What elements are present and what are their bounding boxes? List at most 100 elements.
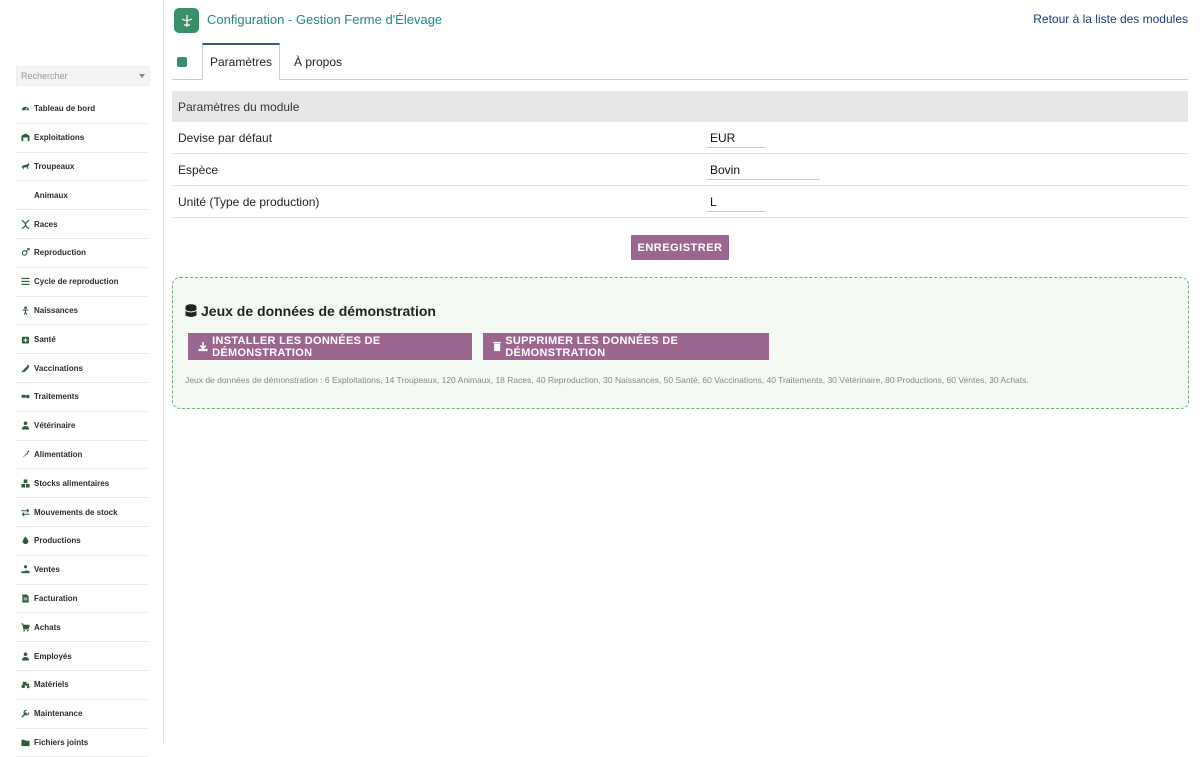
sidebar: Rechercher Tableau de bord Exploitations T… xyxy=(0,0,164,757)
dna-icon xyxy=(16,219,34,229)
currency-input[interactable] xyxy=(706,128,766,148)
sidebar-item-label: Ventes xyxy=(34,565,60,575)
tractor-icon xyxy=(16,680,34,689)
sidebar-item-tableau-de-bord[interactable]: Tableau de bord xyxy=(16,95,148,124)
medkit-icon xyxy=(16,335,34,344)
sidebar-item-label: Tableau de bord xyxy=(34,104,96,114)
demo-data-panel: Jeux de données de démonstration INSTALL… xyxy=(172,277,1189,409)
delete-demo-label: SUPPRIMER LES DONNÉES DE DÉMONSTRATION xyxy=(505,334,679,359)
sidebar-item-label: Productions xyxy=(34,536,81,546)
horse-icon xyxy=(16,162,34,171)
install-demo-label: INSTALLER LES DONNÉES DE DÉMONSTRATION xyxy=(212,334,381,359)
sidebar-item-mouvements-de-stock[interactable]: Mouvements de stock xyxy=(16,498,148,527)
sidebar-item-label: Traitements xyxy=(34,392,79,402)
module-tab-icon xyxy=(177,57,187,67)
param-row-unit: Unité (Type de production) xyxy=(172,186,1188,218)
sidebar-item-troupeaux[interactable]: Troupeaux xyxy=(16,153,148,182)
unit-input[interactable] xyxy=(706,192,766,212)
sidebar-item-cycle-de-reproduction[interactable]: Cycle de reproduction xyxy=(16,268,148,297)
wrench-icon xyxy=(16,709,34,718)
sidebar-item-races[interactable]: Races xyxy=(16,210,148,239)
download-icon xyxy=(198,341,208,352)
carrot-icon xyxy=(16,450,34,459)
sidebar-item-label: Cycle de reproduction xyxy=(34,277,119,287)
demo-title-text: Jeux de données de démonstration xyxy=(201,303,436,319)
sidebar-item-sante[interactable]: Santé xyxy=(16,325,148,355)
sidebar-item-facturation[interactable]: Facturation xyxy=(16,585,148,614)
sidebar-item-label: Vaccinations xyxy=(34,363,83,373)
trash-icon xyxy=(493,341,501,352)
sidebar-item-label: Vétérinaire xyxy=(34,421,76,431)
sidebar-item-vaccinations[interactable]: Vaccinations xyxy=(16,354,148,383)
sidebar-item-productions[interactable]: Productions xyxy=(16,527,148,556)
sidebar-item-label: Mouvements de stock xyxy=(34,507,118,517)
baby-icon xyxy=(16,306,34,315)
sidebar-item-label: Santé xyxy=(34,334,56,344)
save-button[interactable]: ENREGISTRER xyxy=(631,235,729,260)
database-icon xyxy=(185,304,197,317)
sidebar-item-label: Exploitations xyxy=(34,133,85,143)
sidebar-item-stocks-alimentaires[interactable]: Stocks alimentaires xyxy=(16,469,148,499)
sidebar-item-traitements[interactable]: Traitements xyxy=(16,383,148,412)
sidebar-item-label: Troupeaux xyxy=(34,161,75,171)
sidebar-search-select[interactable]: Rechercher xyxy=(16,66,150,86)
cart-icon xyxy=(16,623,34,632)
tab-about[interactable]: À propos xyxy=(282,43,354,80)
page-title: Configuration - Gestion Ferme d'Élevage xyxy=(207,12,443,27)
droplet-icon xyxy=(16,536,34,545)
sidebar-item-label: Employés xyxy=(34,651,72,661)
boxes-icon xyxy=(16,479,34,488)
warehouse-icon xyxy=(16,133,34,142)
venus-mars-icon xyxy=(16,248,34,257)
param-row-species: Espèce xyxy=(172,154,1188,186)
syringe-icon xyxy=(16,364,34,373)
sidebar-item-label: Achats xyxy=(34,622,61,632)
sidebar-item-label: Stocks alimentaires xyxy=(34,478,110,488)
sidebar-item-label: Facturation xyxy=(34,593,78,603)
exchange-icon xyxy=(16,508,34,517)
back-to-modules-link[interactable]: Retour à la liste des modules xyxy=(1033,12,1188,26)
demo-data-description: Jeux de données de démonstration : 6 Exp… xyxy=(185,375,1029,385)
params-heading: Paramètres du module xyxy=(172,91,1188,122)
sidebar-item-label: Reproduction xyxy=(34,248,86,258)
param-row-currency: Devise par défaut xyxy=(172,122,1188,154)
sidebar-item-label: Maintenance xyxy=(34,709,83,719)
module-params-table: Paramètres du module Devise par défaut E… xyxy=(172,91,1188,218)
dashboard-icon xyxy=(16,104,34,113)
folder-icon xyxy=(16,738,34,747)
sidebar-item-achats[interactable]: Achats xyxy=(16,613,148,643)
delete-demo-button[interactable]: SUPPRIMER LES DONNÉES DE DÉMONSTRATION xyxy=(483,333,769,360)
sidebar-item-employes[interactable]: Employés xyxy=(16,642,148,671)
param-label: Espèce xyxy=(178,162,219,177)
sidebar-item-label: Matériels xyxy=(34,680,69,690)
sidebar-item-label: Naissances xyxy=(34,305,79,315)
sidebar-item-alimentation[interactable]: Alimentation xyxy=(16,441,148,470)
species-input[interactable] xyxy=(706,160,820,180)
sidebar-item-label: Races xyxy=(34,219,58,229)
sidebar-menu: Tableau de bord Exploitations Troupeaux Ani… xyxy=(16,95,148,757)
tab-settings[interactable]: Paramètres xyxy=(202,43,280,80)
invoice-icon xyxy=(16,594,34,603)
module-logo-icon xyxy=(174,8,199,33)
sidebar-item-veterinaire[interactable]: Vétérinaire xyxy=(16,412,148,441)
demo-title: Jeux de données de démonstration xyxy=(185,303,436,319)
hand-coin-icon xyxy=(16,565,34,574)
install-demo-button[interactable]: INSTALLER LES DONNÉES DE DÉMONSTRATION xyxy=(188,333,472,360)
sidebar-item-exploitations[interactable]: Exploitations xyxy=(16,124,148,153)
sidebar-item-animaux[interactable]: Animaux xyxy=(16,181,148,211)
param-label: Unité (Type de production) xyxy=(178,194,320,209)
user-icon xyxy=(16,651,34,661)
pills-icon xyxy=(16,392,34,401)
sidebar-item-maintenance[interactable]: Maintenance xyxy=(16,700,148,729)
sidebar-item-ventes[interactable]: Ventes xyxy=(16,556,148,585)
user-md-icon xyxy=(16,421,34,430)
sidebar-item-label: Animaux xyxy=(34,190,68,200)
sidebar-item-reproduction[interactable]: Reproduction xyxy=(16,239,148,268)
sidebar-item-label: Fichiers joints xyxy=(34,737,89,747)
sidebar-item-naissances[interactable]: Naissances xyxy=(16,297,148,326)
tab-bar: Paramètres À propos xyxy=(172,43,1188,80)
chevron-down-icon xyxy=(139,74,145,78)
param-label: Devise par défaut xyxy=(178,130,273,145)
list-icon xyxy=(16,277,34,286)
sidebar-item-materiels[interactable]: Matériels xyxy=(16,671,148,700)
